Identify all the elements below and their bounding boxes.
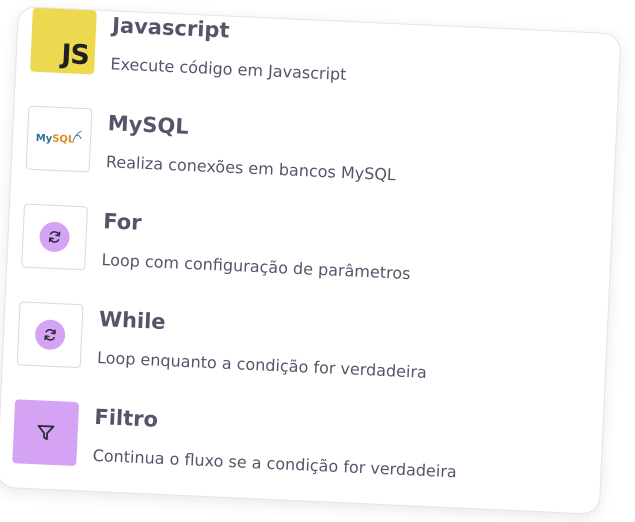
filter-tile: [12, 399, 80, 467]
node-title: MySQL: [107, 111, 190, 139]
javascript-tile: JS: [30, 7, 97, 75]
node-item-javascript[interactable]: JS Javascript Execute código em Javascri…: [30, 7, 593, 101]
node-item-filtro[interactable]: Filtro Continua o fluxo se a condição fo…: [12, 399, 575, 492]
while-tile: [16, 301, 84, 369]
node-description: Realiza conexões em bancos MySQL: [105, 152, 397, 185]
mysql-logo-icon: My SQL: [36, 130, 83, 145]
filter-icon: [37, 424, 55, 441]
for-tile: [21, 203, 88, 271]
node-item-while[interactable]: While Loop enquanto a condição for verda…: [16, 301, 580, 394]
node-description: Execute código em Javascript: [110, 54, 347, 84]
node-title: Javascript: [111, 13, 231, 43]
refresh-icon: [34, 319, 66, 351]
node-title: Filtro: [93, 404, 159, 432]
node-description: Loop enquanto a condição for verdadeira: [96, 347, 428, 382]
screenshot-stage: JS Javascript Execute código em Javascri…: [0, 0, 635, 522]
node-description: Loop com configuração de parâmetros: [101, 250, 411, 284]
mysql-tile: My SQL: [25, 105, 93, 173]
node-title: While: [98, 307, 167, 335]
node-title: For: [102, 209, 143, 235]
node-list-card: JS Javascript Execute código em Javascri…: [0, 6, 622, 515]
node-item-mysql[interactable]: My SQL MySQL Realiza conexões em bancos M…: [25, 105, 588, 199]
javascript-logo-icon: JS: [60, 39, 90, 72]
refresh-icon: [38, 221, 71, 253]
node-description: Continua o fluxo se a condição for verda…: [92, 445, 458, 482]
node-item-for[interactable]: For Loop com configuração de parâmetros: [21, 203, 584, 296]
